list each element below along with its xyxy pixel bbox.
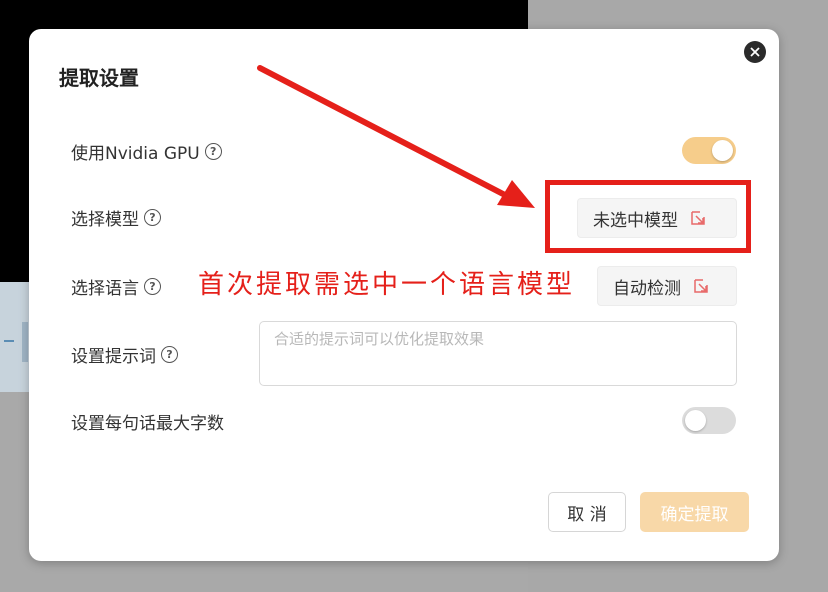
prompt-row-label: 设置提示词 ? [71,342,178,367]
model-label: 选择模型 [71,209,139,230]
background-sidebar-fragment [0,282,30,392]
language-label: 选择语言 [71,278,139,299]
max-chars-label: 设置每句话最大字数 [71,413,224,434]
toggle-knob [712,140,733,161]
help-icon[interactable]: ? [144,277,161,295]
external-select-icon [694,279,708,293]
max-chars-toggle[interactable] [682,407,736,434]
language-value: 自动检测 [613,278,681,299]
cancel-button[interactable]: 取 消 [548,492,626,532]
close-icon [750,47,760,57]
model-value: 未选中模型 [593,210,678,231]
gpu-label: 使用Nvidia GPU [71,143,200,164]
select-model-button[interactable]: 未选中模型 [577,198,737,238]
help-icon[interactable]: ? [204,142,222,160]
language-row-label: 选择语言 ? [71,274,161,299]
gpu-toggle[interactable] [682,137,736,164]
max-chars-row-label: 设置每句话最大字数 [71,409,224,434]
annotation-text: 首次提取需选中一个语言模型 [198,270,576,300]
toggle-knob [685,410,706,431]
help-icon[interactable]: ? [144,208,161,226]
close-button[interactable] [744,41,766,63]
background-decoration [4,340,14,342]
prompt-label: 设置提示词 [71,346,156,367]
external-select-icon [691,211,705,225]
select-language-button[interactable]: 自动检测 [597,266,737,306]
background-decoration [22,322,28,362]
model-row-label: 选择模型 ? [71,205,161,230]
gpu-row-label: 使用Nvidia GPU ? [71,139,222,164]
help-icon[interactable]: ? [161,345,178,363]
dialog-title: 提取设置 [59,66,139,90]
confirm-extract-button[interactable]: 确定提取 [640,492,749,532]
prompt-input[interactable] [259,321,737,386]
